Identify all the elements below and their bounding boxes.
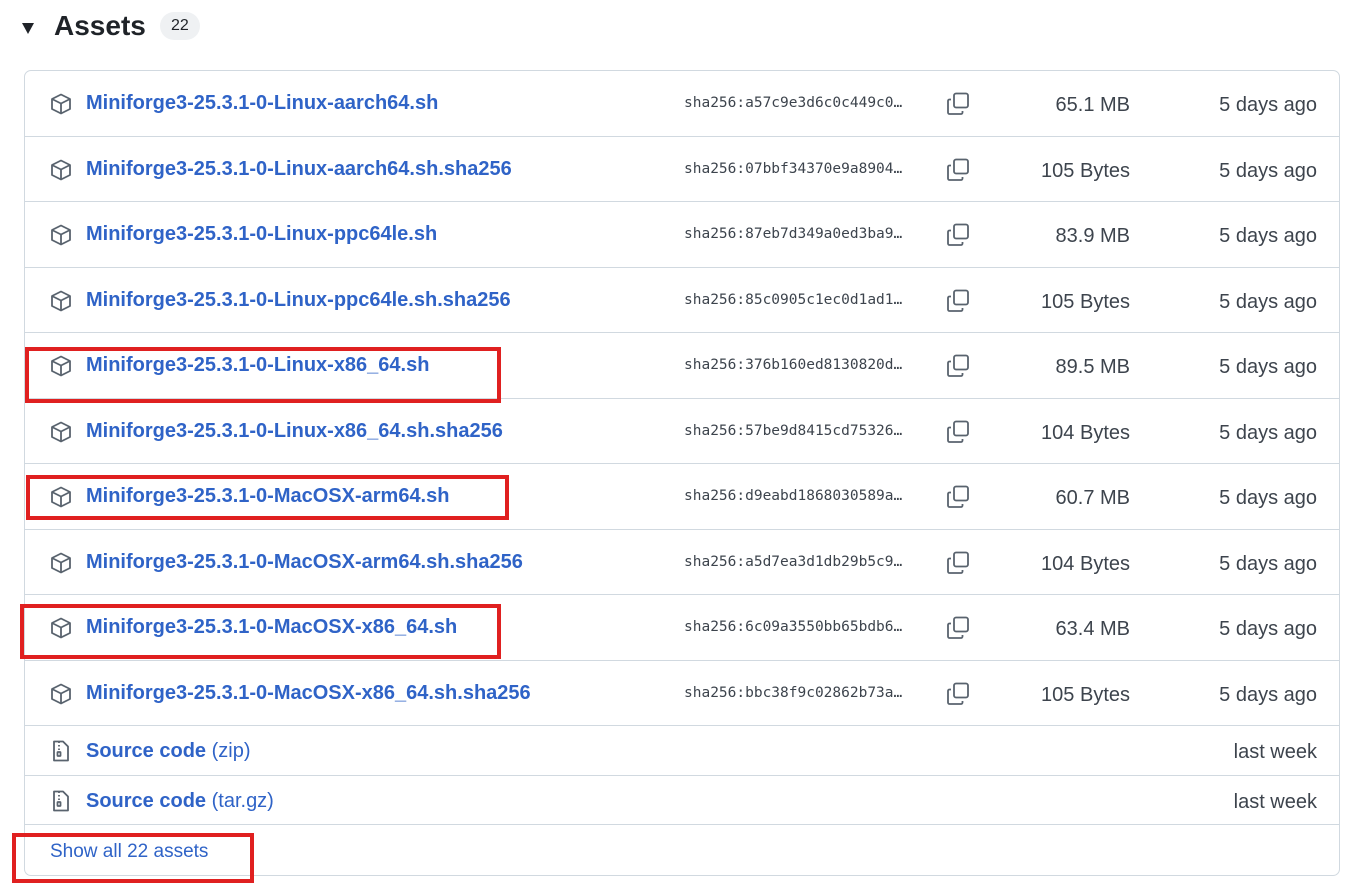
assets-list: Miniforge3-25.3.1-0-Linux-aarch64.sh sha… [24, 70, 1340, 876]
copy-icon[interactable] [945, 484, 971, 510]
source-code-ext: (zip) [211, 740, 251, 762]
asset-row: Miniforge3-25.3.1-0-Linux-x86_64.sh sha2… [25, 333, 1339, 399]
copy-icon[interactable] [945, 615, 971, 641]
asset-link[interactable]: Miniforge3-25.3.1-0-Linux-ppc64le.sh [86, 223, 437, 246]
asset-link[interactable]: Miniforge3-25.3.1-0-MacOSX-arm64.sh.sha2… [86, 551, 523, 574]
copy-icon[interactable] [945, 550, 971, 576]
asset-sha: sha256:a5d7ea3d1db29b5c9… [684, 554, 903, 570]
copy-icon[interactable] [945, 353, 971, 379]
asset-row: Miniforge3-25.3.1-0-Linux-x86_64.sh.sha2… [25, 399, 1339, 464]
asset-link[interactable]: Miniforge3-25.3.1-0-Linux-ppc64le.sh.sha… [86, 289, 511, 312]
package-icon [49, 289, 73, 313]
asset-size: 63.4 MB [1055, 618, 1130, 640]
package-icon [49, 92, 73, 116]
asset-size: 65.1 MB [1055, 94, 1130, 116]
asset-sha: sha256:d9eabd1868030589a… [684, 488, 903, 504]
asset-row: Miniforge3-25.3.1-0-Linux-ppc64le.sh.sha… [25, 268, 1339, 333]
asset-date: 5 days ago [1219, 422, 1317, 444]
copy-icon[interactable] [945, 681, 971, 707]
asset-sha: sha256:bbc38f9c02862b73a… [684, 685, 903, 701]
source-code-zip-link[interactable]: Source code (zip) [86, 740, 251, 763]
source-date: last week [1233, 741, 1317, 763]
assets-page: Assets 22 Miniforge3-25.3.1-0-Linux-aarc… [0, 0, 1345, 883]
asset-date: 5 days ago [1219, 356, 1317, 378]
asset-row: Miniforge3-25.3.1-0-MacOSX-arm64.sh sha2… [25, 464, 1339, 530]
asset-size: 105 Bytes [1041, 160, 1130, 182]
caret-down-icon[interactable] [22, 22, 34, 34]
asset-date: 5 days ago [1219, 225, 1317, 247]
source-date: last week [1233, 791, 1317, 813]
asset-row: Miniforge3-25.3.1-0-Linux-aarch64.sh.sha… [25, 137, 1339, 202]
asset-date: 5 days ago [1219, 94, 1317, 116]
asset-link[interactable]: Miniforge3-25.3.1-0-MacOSX-x86_64.sh.sha… [86, 682, 531, 705]
asset-link[interactable]: Miniforge3-25.3.1-0-MacOSX-arm64.sh [86, 485, 449, 508]
asset-date: 5 days ago [1219, 618, 1317, 640]
asset-sha: sha256:07bbf34370e9a8904… [684, 161, 903, 177]
package-icon [49, 682, 73, 706]
asset-sha: sha256:376b160ed8130820d… [684, 357, 903, 373]
package-icon [49, 485, 73, 509]
copy-icon[interactable] [945, 157, 971, 183]
asset-link[interactable]: Miniforge3-25.3.1-0-Linux-x86_64.sh.sha2… [86, 420, 503, 443]
asset-link[interactable]: Miniforge3-25.3.1-0-MacOSX-x86_64.sh [86, 616, 457, 639]
asset-sha: sha256:6c09a3550bb65bdb6… [684, 619, 903, 635]
asset-size: 60.7 MB [1055, 487, 1130, 509]
asset-row: Miniforge3-25.3.1-0-Linux-ppc64le.sh sha… [25, 202, 1339, 268]
asset-row: Miniforge3-25.3.1-0-Linux-aarch64.sh sha… [25, 71, 1339, 137]
asset-size: 104 Bytes [1041, 553, 1130, 575]
asset-size: 105 Bytes [1041, 291, 1130, 313]
package-icon [49, 616, 73, 640]
asset-date: 5 days ago [1219, 487, 1317, 509]
asset-size: 89.5 MB [1055, 356, 1130, 378]
source-row: Source code (tar.gz) last week [25, 776, 1339, 825]
asset-size: 83.9 MB [1055, 225, 1130, 247]
asset-sha: sha256:85c0905c1ec0d1ad1… [684, 292, 903, 308]
asset-date: 5 days ago [1219, 160, 1317, 182]
asset-date: 5 days ago [1219, 291, 1317, 313]
source-code-targz-link[interactable]: Source code (tar.gz) [86, 790, 274, 813]
show-all-assets-link[interactable]: Show all 22 assets [50, 841, 208, 863]
asset-link[interactable]: Miniforge3-25.3.1-0-Linux-x86_64.sh [86, 354, 429, 377]
asset-sha: sha256:a57c9e3d6c0c449c0… [684, 95, 903, 111]
asset-sha: sha256:87eb7d349a0ed3ba9… [684, 226, 903, 242]
asset-row: Miniforge3-25.3.1-0-MacOSX-x86_64.sh sha… [25, 595, 1339, 661]
copy-icon[interactable] [945, 222, 971, 248]
asset-sha: sha256:57be9d8415cd75326… [684, 423, 903, 439]
assets-header[interactable]: Assets 22 [22, 6, 200, 46]
copy-icon[interactable] [945, 419, 971, 445]
source-code-ext: (tar.gz) [211, 790, 274, 812]
assets-count-badge: 22 [159, 12, 200, 40]
source-code-label: Source code [86, 790, 207, 812]
assets-title: Assets [54, 10, 146, 41]
file-zip-icon [49, 739, 73, 763]
asset-date: 5 days ago [1219, 684, 1317, 706]
source-row: Source code (zip) last week [25, 726, 1339, 776]
asset-link[interactable]: Miniforge3-25.3.1-0-Linux-aarch64.sh [86, 92, 438, 115]
package-icon [49, 551, 73, 575]
asset-size: 105 Bytes [1041, 684, 1130, 706]
package-icon [49, 223, 73, 247]
asset-size: 104 Bytes [1041, 422, 1130, 444]
copy-icon[interactable] [945, 91, 971, 117]
package-icon [49, 354, 73, 378]
source-code-label: Source code [86, 740, 207, 762]
file-zip-icon [49, 789, 73, 813]
copy-icon[interactable] [945, 288, 971, 314]
asset-row: Miniforge3-25.3.1-0-MacOSX-arm64.sh.sha2… [25, 530, 1339, 595]
asset-row: Miniforge3-25.3.1-0-MacOSX-x86_64.sh.sha… [25, 661, 1339, 726]
package-icon [49, 158, 73, 182]
asset-link[interactable]: Miniforge3-25.3.1-0-Linux-aarch64.sh.sha… [86, 158, 512, 181]
asset-date: 5 days ago [1219, 553, 1317, 575]
package-icon [49, 420, 73, 444]
